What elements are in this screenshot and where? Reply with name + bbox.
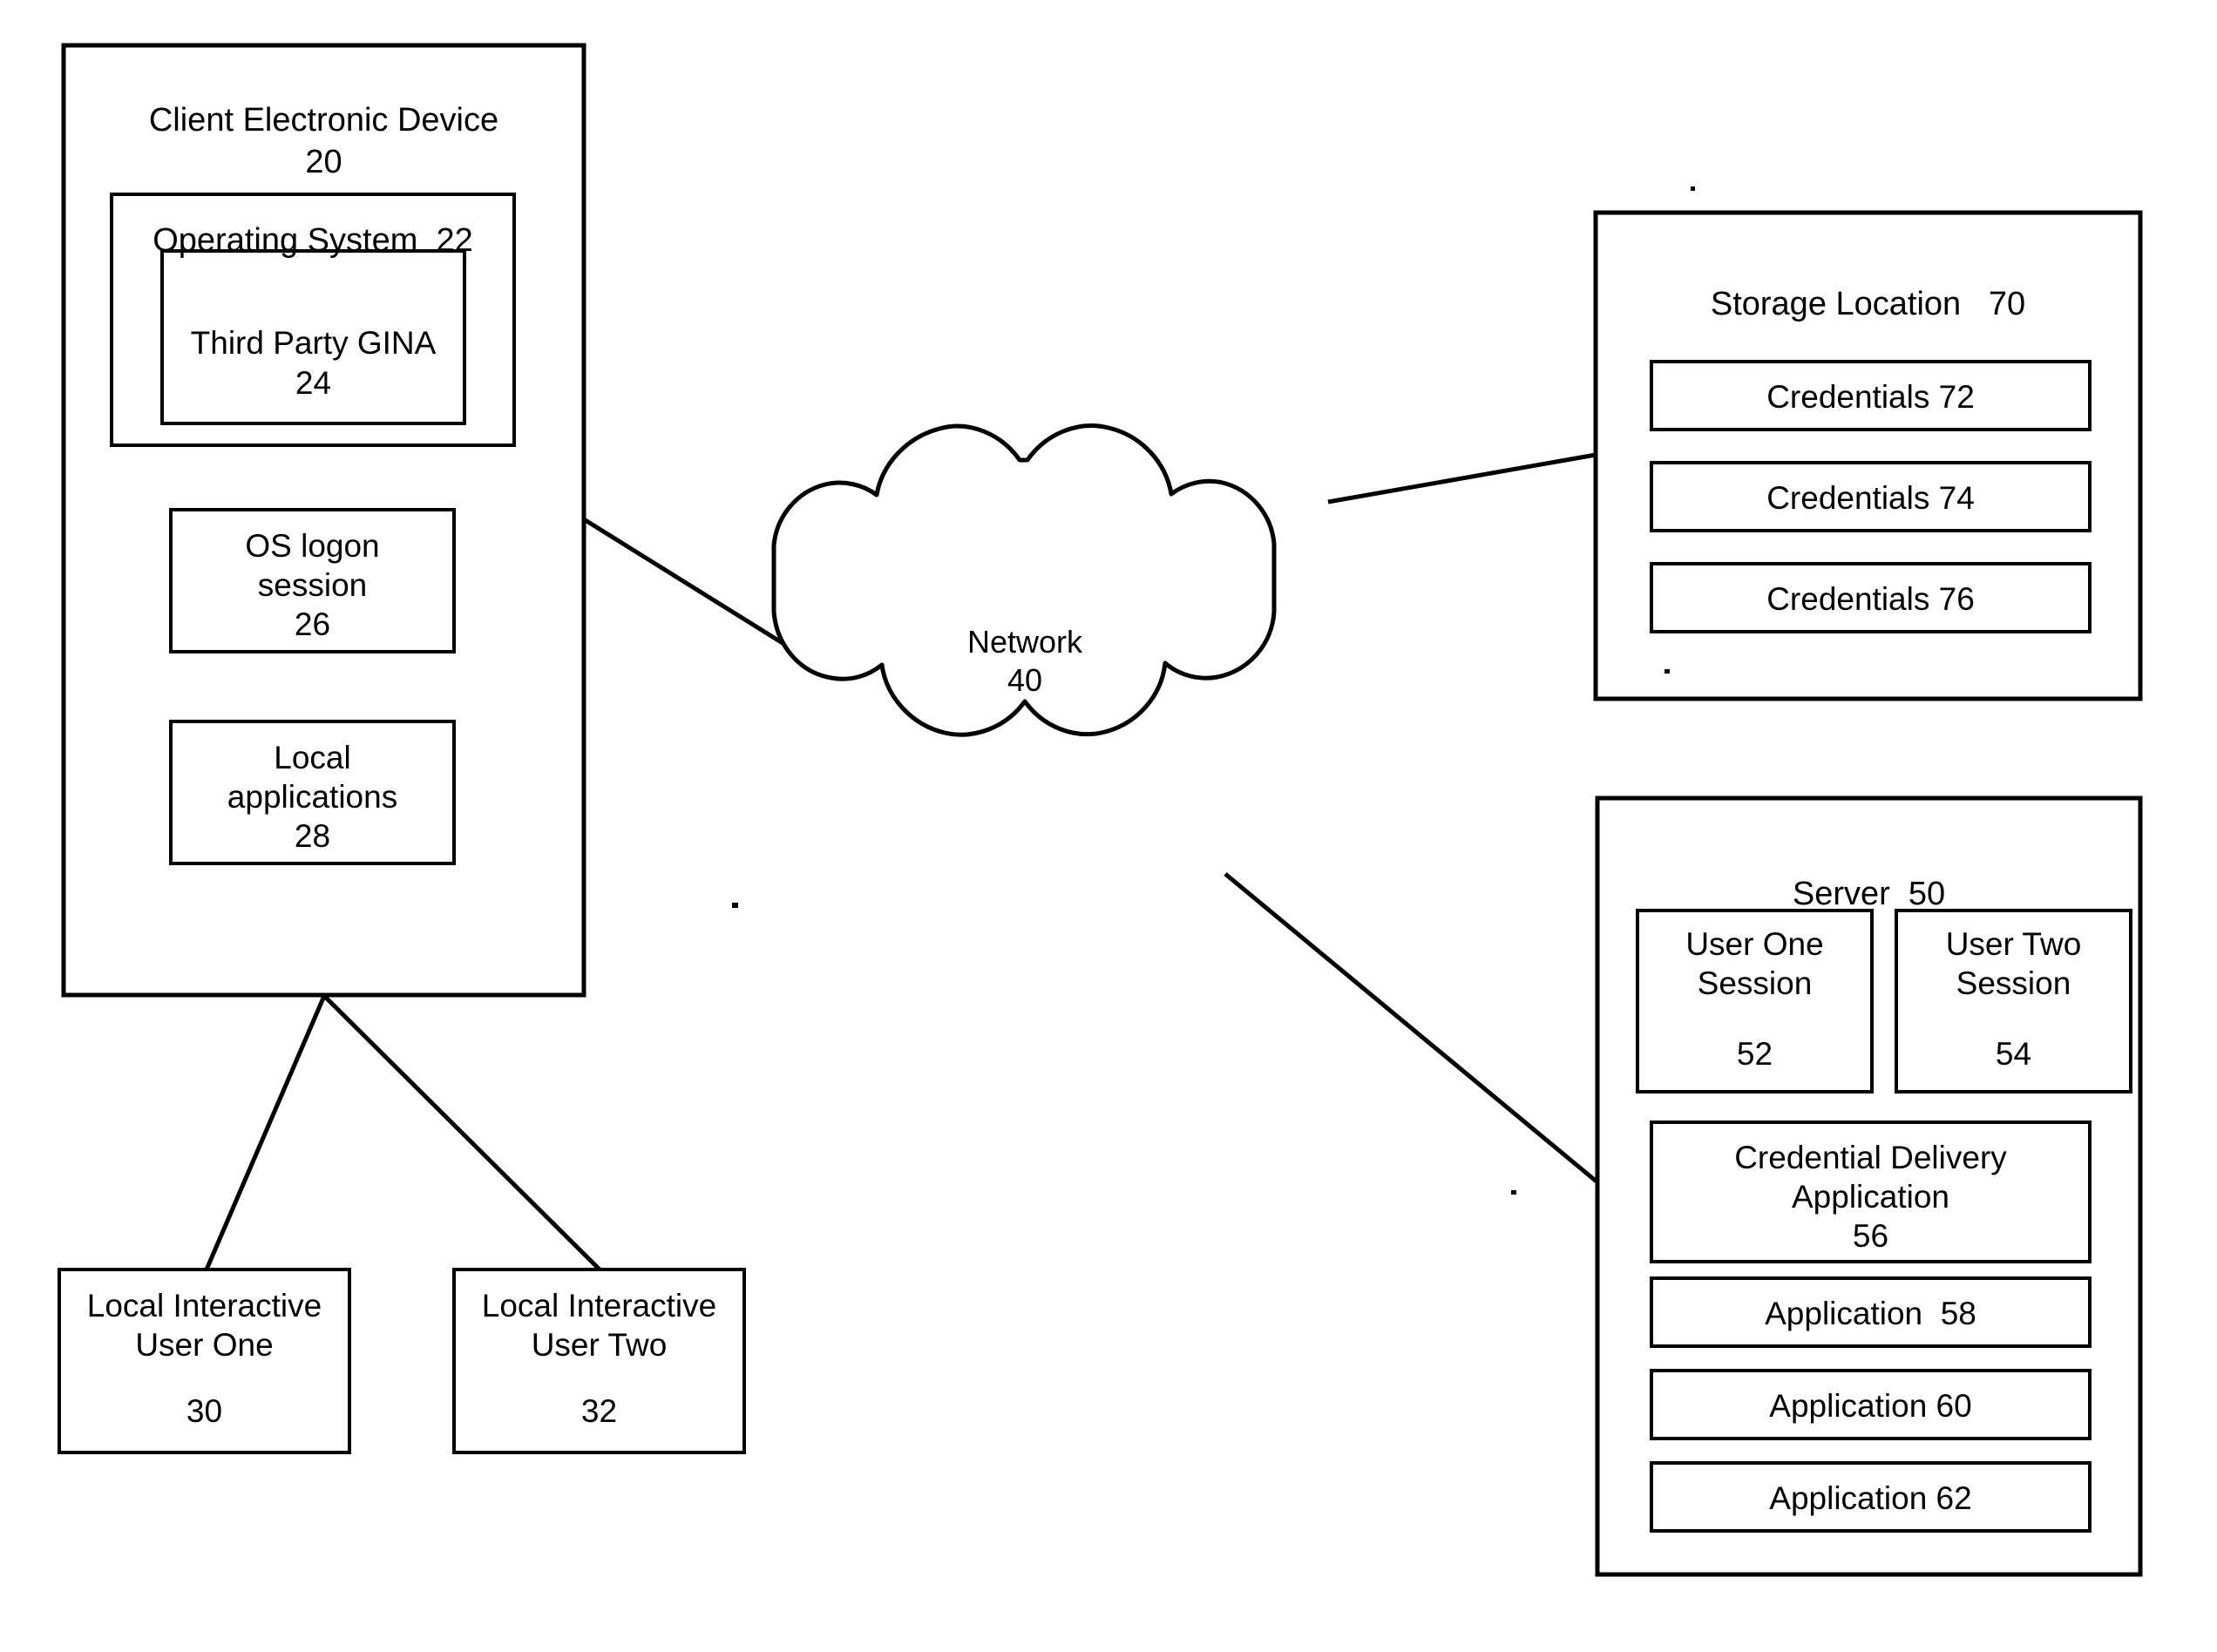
user-two-session-ref: 54 — [1995, 1036, 2032, 1072]
credentials-74-label: Credentials 74 — [1766, 480, 1975, 516]
os-logon-session-line2: session — [257, 567, 368, 603]
local-applications-line1: Local — [274, 740, 351, 775]
local-user-one-ref: 30 — [186, 1393, 223, 1429]
third-party-gina-ref: 24 — [295, 365, 332, 401]
connector-client-to-user-one — [204, 995, 327, 1270]
scan-speck — [1511, 1190, 1516, 1195]
credential-delivery-ref: 56 — [1852, 1218, 1889, 1254]
user-two-session-line2: Session — [1956, 965, 2071, 1001]
scan-speck — [1691, 186, 1695, 191]
credential-delivery-line2: Application — [1791, 1179, 1949, 1215]
local-user-two-line1: Local Interactive — [481, 1288, 717, 1324]
credential-delivery-line1: Credential Delivery — [1734, 1140, 2007, 1175]
user-one-session-line1: User One — [1685, 926, 1824, 962]
application-60-label: Application 60 — [1769, 1388, 1972, 1424]
connector-network-to-server — [1224, 872, 1598, 1183]
credentials-76-label: Credentials 76 — [1766, 581, 1975, 617]
storage-location-title: Storage Location 70 — [1710, 286, 2026, 322]
local-applications-ref: 28 — [294, 818, 331, 854]
local-user-two-line2: User Two — [531, 1327, 668, 1363]
os-logon-session-ref: 26 — [294, 606, 331, 642]
credentials-72-label: Credentials 72 — [1766, 379, 1975, 415]
local-applications-line2: applications — [227, 779, 398, 815]
user-one-session-ref: 52 — [1736, 1036, 1773, 1072]
server-title: Server 50 — [1792, 876, 1946, 912]
scan-speck — [732, 903, 738, 908]
network-title: Network — [966, 624, 1083, 660]
network-ref: 40 — [1007, 662, 1043, 698]
patent-figure: Client Electronic Device 20 Operating Sy… — [0, 0, 2217, 1652]
scan-speck — [1664, 669, 1670, 674]
connector-network-to-storage — [1327, 452, 1597, 504]
local-user-one-line2: User One — [135, 1327, 274, 1363]
local-user-two-ref: 32 — [580, 1393, 618, 1429]
client-device-ref: 20 — [305, 144, 342, 180]
application-62-label: Application 62 — [1769, 1480, 1972, 1516]
connector-client-to-user-two — [322, 994, 601, 1271]
operating-system-title: Operating System 22 — [153, 222, 473, 259]
third-party-gina-title: Third Party GINA — [190, 325, 437, 361]
user-one-session-line2: Session — [1697, 965, 1813, 1001]
client-device-title: Client Electronic Device — [148, 102, 499, 139]
application-58-label: Application 58 — [1765, 1296, 1976, 1331]
os-logon-session-line1: OS logon — [245, 528, 380, 564]
user-two-session-line1: User Two — [1945, 926, 2082, 962]
local-user-one-line1: Local Interactive — [86, 1288, 322, 1324]
